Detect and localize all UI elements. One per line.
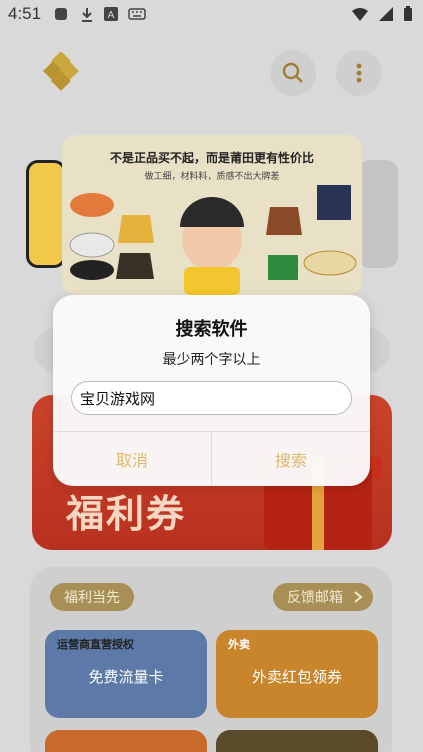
tile-tag: 运营商直营授权 [57, 638, 134, 651]
search-button[interactable] [270, 50, 316, 96]
banner-image[interactable]: 不是正品买不起，而是莆田更有性价比 做工细，材料料，质感不出大牌差 [62, 135, 362, 295]
status-time: 4:51 [8, 4, 42, 23]
search-input[interactable] [71, 381, 352, 415]
cancel-button[interactable]: 取消 [53, 432, 211, 486]
promo-text: 福利券 [66, 491, 187, 536]
svg-text:A: A [108, 10, 115, 21]
more-button[interactable] [336, 50, 382, 96]
dialog-title: 搜索软件 [175, 319, 248, 340]
a-icon: A [104, 7, 118, 21]
feedback-email-label: 反馈邮箱 [287, 590, 343, 606]
search-confirm-button[interactable]: 搜索 [212, 432, 370, 486]
download-icon [82, 8, 92, 22]
chevron-right-icon [354, 591, 363, 603]
battery-icon [404, 6, 412, 21]
banner-prev-card[interactable] [26, 160, 66, 268]
dialog-message: 最少两个字以上 [162, 352, 261, 368]
square-icon [55, 8, 67, 20]
search-app-dialog: 搜索软件 最少两个字以上 取消 搜索 [53, 295, 370, 486]
takeout-coupon-tile[interactable]: 外卖 外卖红包领券 [216, 630, 378, 718]
tile-label: 免费流量卡 [88, 668, 164, 686]
more-vert-icon [356, 63, 362, 83]
status-bar: 4:51 A [0, 0, 423, 30]
keyboard-icon [128, 8, 146, 20]
app-logo [43, 52, 79, 91]
wifi-icon [351, 7, 368, 21]
feedback-email-button[interactable]: 反馈邮箱 [273, 583, 373, 611]
benefits-pill[interactable]: 福利当先 [50, 583, 134, 611]
banner-next-card[interactable] [358, 160, 398, 268]
search-icon [282, 62, 303, 83]
tile-row2-left[interactable] [45, 730, 207, 752]
free-data-card-tile[interactable]: 运营商直营授权 免费流量卡 [45, 630, 207, 718]
signal-icon [378, 7, 393, 21]
tile-label: 外卖红包领券 [251, 668, 342, 686]
tile-tag: 外卖 [228, 638, 250, 651]
banner-illustration [69, 185, 357, 295]
tile-row2-right[interactable] [216, 730, 378, 752]
